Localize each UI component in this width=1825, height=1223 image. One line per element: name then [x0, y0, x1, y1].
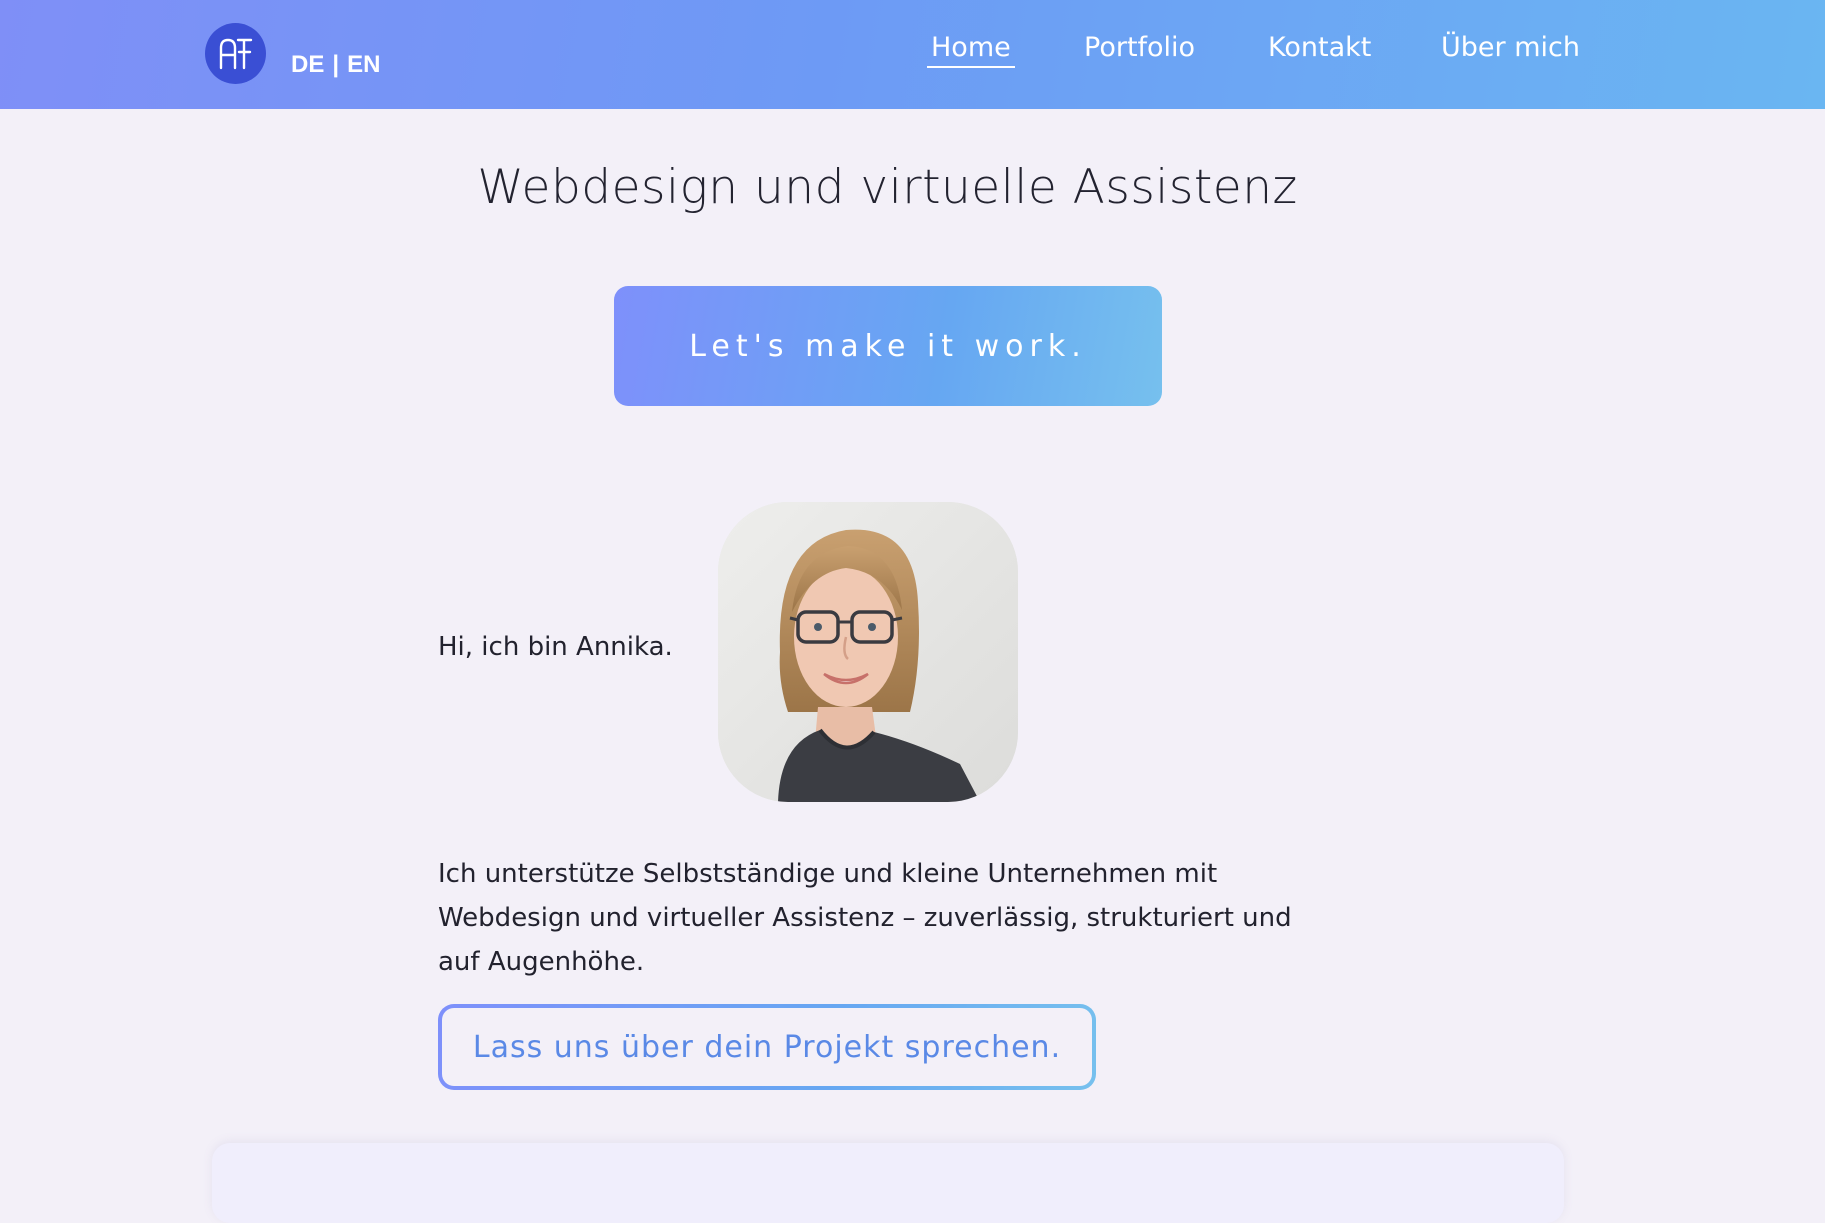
nav-item-ueber-mich[interactable]: Über mich	[1441, 32, 1580, 63]
profile-photo	[718, 502, 1018, 802]
site-header: DE | EN Home Portfolio Kontakt Über mich	[0, 0, 1825, 109]
intro-description: Ich unterstütze Selbstständige und klein…	[438, 859, 1292, 977]
nav-item-home[interactable]: Home	[927, 32, 1015, 68]
nav-item-portfolio[interactable]: Portfolio	[1084, 32, 1195, 63]
nav-item-kontakt[interactable]: Kontakt	[1268, 32, 1371, 63]
page-title: Webdesign und virtuelle Assistenz	[477, 160, 1298, 215]
project-contact-button[interactable]: Lass uns über dein Projekt sprechen.	[438, 1004, 1096, 1090]
portrait-illustration	[718, 502, 1018, 802]
next-section-card	[212, 1143, 1564, 1223]
project-contact-button-label: Lass uns über dein Projekt sprechen.	[442, 1008, 1092, 1086]
lets-make-it-work-button[interactable]: Let's make it work.	[614, 286, 1162, 406]
greeting-text: Hi, ich bin Annika.	[438, 632, 673, 662]
main-nav: Home Portfolio Kontakt Über mich	[0, 32, 1825, 72]
